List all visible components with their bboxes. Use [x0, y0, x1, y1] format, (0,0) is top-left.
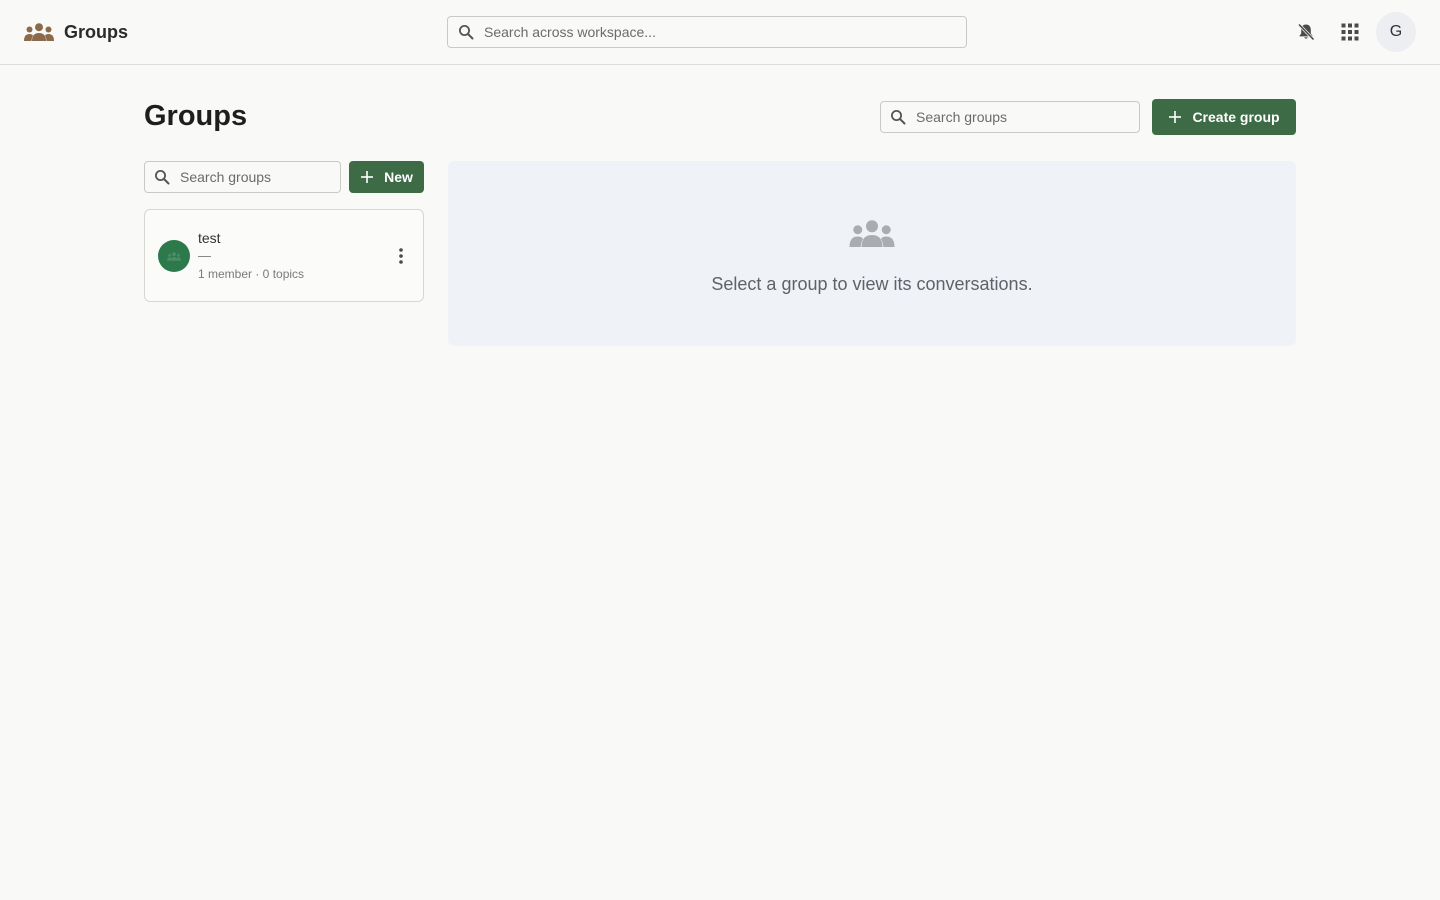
header-group-search-input[interactable] [916, 109, 1139, 125]
plus-icon [1169, 111, 1182, 123]
group-name: test [198, 230, 221, 246]
bell-off-icon [1297, 23, 1315, 41]
empty-state-panel: Select a group to view its conversations… [448, 161, 1296, 346]
create-group-label: Create group [1192, 109, 1280, 125]
list-group-search[interactable] [144, 161, 341, 193]
search-icon [459, 25, 474, 40]
groups-icon [849, 220, 895, 247]
global-search[interactable] [447, 16, 967, 48]
app-title: Groups [64, 21, 129, 42]
groups-icon [24, 23, 54, 41]
empty-state-message: Select a group to view its conversations… [711, 274, 1033, 294]
list-group-search-input[interactable] [180, 169, 340, 185]
create-group-button[interactable]: Create group [1152, 99, 1296, 135]
group-list-item[interactable]: test — 1 member · 0 topics [144, 209, 424, 302]
global-search-input[interactable] [484, 24, 966, 40]
search-icon [891, 110, 906, 125]
group-meta: 1 member · 0 topics [198, 267, 305, 281]
page-title: Groups [144, 100, 248, 132]
group-more-button[interactable] [391, 246, 411, 266]
new-group-button[interactable]: New [349, 161, 424, 193]
new-group-label: New [384, 169, 413, 185]
search-icon [155, 170, 170, 185]
groups-icon [167, 251, 181, 261]
group-description: — [198, 248, 211, 263]
user-avatar[interactable]: G [1376, 12, 1416, 52]
avatar-initial: G [1389, 23, 1403, 40]
notifications-button[interactable] [1290, 16, 1322, 48]
top-bar: Groups G [0, 0, 1440, 65]
header-group-search[interactable] [880, 101, 1140, 133]
more-vertical-icon [399, 248, 403, 264]
apps-grid-icon [1341, 23, 1359, 41]
apps-button[interactable] [1334, 16, 1366, 48]
group-avatar [158, 240, 190, 272]
app-brand[interactable]: Groups [24, 18, 128, 46]
plus-icon [361, 171, 374, 183]
